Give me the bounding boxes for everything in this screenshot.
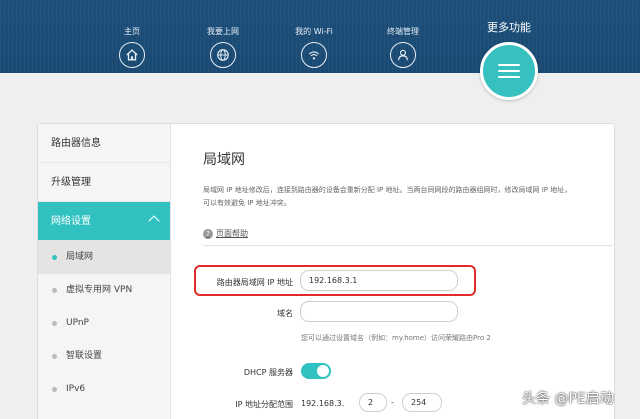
nav-home[interactable]: 主页 [97, 26, 167, 68]
sidebar-item-network-settings[interactable]: 网络设置 [38, 202, 170, 241]
divider [203, 245, 613, 246]
chevron-up-icon [148, 215, 160, 227]
nav-wifi[interactable]: 我的 Wi-Fi [279, 26, 349, 68]
dhcp-label: DHCP 服务器 [243, 368, 293, 377]
bullet-icon [52, 255, 57, 260]
ip-range-label: IP 地址分配范围 [235, 400, 293, 409]
sidebar-item-upgrade[interactable]: 升级管理 [38, 163, 170, 202]
toggle-knob [317, 365, 329, 377]
description-line: 局域网 IP 地址修改后，连接到路由器的设备会重新分配 IP 地址。当两台同网段… [203, 186, 572, 194]
page-description: 局域网 IP 地址修改后，连接到路由器的设备会重新分配 IP 地址。当两台同网段… [203, 184, 603, 210]
ip-range-separator: - [391, 398, 394, 407]
dhcp-toggle[interactable] [301, 363, 331, 379]
more-features-label: 更多功能 [487, 21, 531, 34]
sidebar-item-label: 网络设置 [51, 216, 91, 227]
sidebar-subitem-label: IPv6 [66, 384, 86, 394]
bullet-icon [52, 354, 57, 359]
help-icon: ? [203, 228, 213, 239]
sidebar-subitem-label: 智联设置 [66, 351, 103, 361]
sidebar-subitem-label: 局域网 [66, 252, 94, 262]
sidebar-subitem-ipv6[interactable]: IPv6 [38, 373, 170, 406]
nav-home-label: 主页 [124, 27, 140, 36]
lan-settings-content: 局域网 局域网 IP 地址修改后，连接到路由器的设备会重新分配 IP 地址。当两… [194, 124, 614, 419]
sidebar-subitem-upnp[interactable]: UPnP [38, 307, 170, 340]
sidebar-subitem-lan[interactable]: 局域网 [38, 241, 170, 274]
nav-devices-label: 终端管理 [387, 27, 419, 36]
settings-panel: 路由器信息 升级管理 网络设置 局域网 虚拟专用网 VPN UPnP 智联设置 … [37, 123, 615, 419]
description-line: 可以有效避免 IP 地址冲突。 [203, 199, 291, 207]
page-title: 局域网 [203, 152, 245, 168]
nav-internet-label: 我要上网 [207, 27, 239, 36]
nav-devices[interactable]: 终端管理 [368, 26, 438, 68]
bullet-icon [52, 321, 57, 326]
lan-ip-input[interactable]: 192.168.3.1 [300, 270, 458, 291]
nav-internet[interactable]: 我要上网 [188, 26, 258, 68]
lan-ip-label: 路由器局域网 IP 地址 [216, 278, 293, 287]
ip-range-end-input[interactable]: 254 [402, 393, 442, 412]
home-icon [119, 42, 145, 68]
top-nav-bar: 主页 我要上网 我的 Wi-Fi 终端管理 更多功能 [0, 0, 640, 73]
sidebar-subitem-label: 虚拟专用网 VPN [66, 285, 133, 295]
sidebar: 路由器信息 升级管理 网络设置 局域网 虚拟专用网 VPN UPnP 智联设置 … [38, 124, 171, 419]
domain-hint: 您可以通过设置域名（例如：my.home）访问荣耀路由Pro 2 [301, 334, 491, 342]
domain-input[interactable] [300, 301, 458, 322]
ip-range-prefix: 192.168.3. [301, 399, 345, 408]
help-link-label: 页面帮助 [216, 229, 248, 238]
wifi-icon [301, 42, 327, 68]
sidebar-subitem-label: UPnP [66, 318, 89, 328]
menu-icon [498, 60, 520, 82]
domain-label: 域名 [277, 309, 293, 318]
globe-icon [210, 42, 236, 68]
watermark: 头条 @PE启动 [522, 391, 614, 407]
bullet-icon [52, 387, 57, 392]
more-features-button[interactable] [480, 42, 538, 100]
bullet-icon [52, 288, 57, 293]
nav-wifi-label: 我的 Wi-Fi [295, 27, 333, 36]
sidebar-subitem-smart-connect[interactable]: 智联设置 [38, 340, 170, 373]
user-icon [390, 42, 416, 68]
page-help-link[interactable]: ? 页面帮助 [203, 228, 248, 239]
sidebar-item-router-info[interactable]: 路由器信息 [38, 124, 170, 163]
sidebar-subitem-vpn[interactable]: 虚拟专用网 VPN [38, 274, 170, 307]
ip-range-start-input[interactable]: 2 [359, 393, 387, 412]
